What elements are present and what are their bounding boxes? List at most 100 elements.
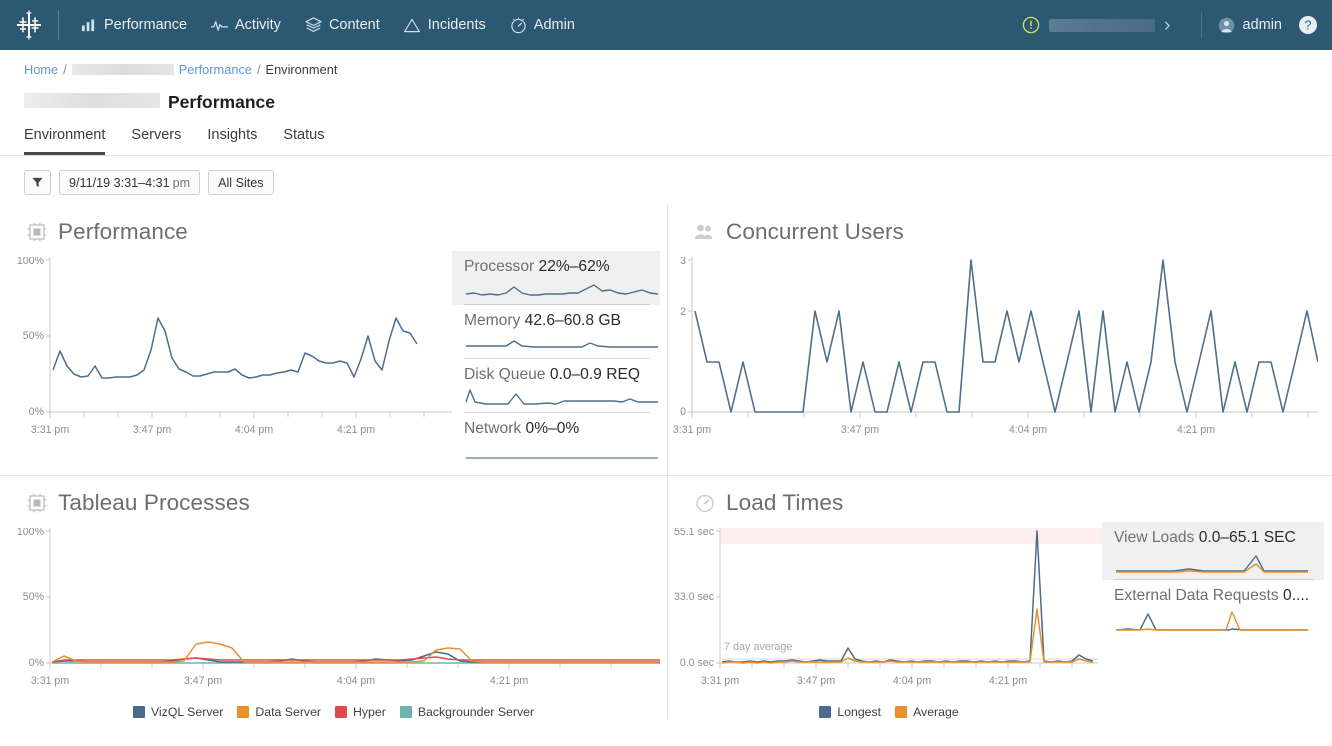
svg-text:3:47 pm: 3:47 pm [184, 675, 222, 687]
panel-title: Tableau Processes [58, 490, 250, 516]
svg-text:3:31 pm: 3:31 pm [31, 424, 69, 436]
legend-swatch [819, 706, 831, 718]
legend-item-hyper[interactable]: Hyper [335, 705, 386, 719]
legend-swatch [237, 706, 249, 718]
memory-sparkline [464, 334, 660, 354]
nav-label: Activity [235, 17, 281, 33]
legend-item-average[interactable]: Average [895, 705, 959, 719]
svg-text:33.0 sec: 33.0 sec [674, 591, 715, 603]
layers-icon [305, 17, 322, 34]
svg-text:3:47 pm: 3:47 pm [841, 424, 879, 436]
nav-item-performance[interactable]: Performance [69, 11, 198, 40]
panel-title: Performance [58, 219, 188, 245]
svg-text:3:31 pm: 3:31 pm [701, 675, 739, 687]
concurrent-users-chart[interactable]: 3 2 0 3:31 [668, 257, 1318, 447]
breadcrumb-home[interactable]: Home [24, 62, 58, 77]
nav-item-activity[interactable]: Activity [200, 11, 292, 40]
svg-text:55.1 sec: 55.1 sec [674, 528, 715, 538]
metric-name: External Data Requests [1114, 587, 1279, 604]
svg-text:3: 3 [680, 257, 686, 267]
metric-value: 0.0–0.9 REQ [550, 366, 640, 383]
metric-name: Network [464, 420, 521, 437]
breadcrumb-separator: / [63, 62, 67, 77]
nav-right-cluster: › admin ? [1022, 12, 1318, 38]
metric-disk-queue-label: Disk Queue 0.0–0.9 REQ [464, 366, 650, 384]
filter-bar: 9/11/19 3:31–4:31pm All Sites [0, 156, 1332, 205]
legend-label: VizQL Server [151, 705, 223, 719]
nav-label: Content [329, 17, 380, 33]
panel-performance-header: Performance [0, 219, 667, 245]
nav-item-admin[interactable]: Admin [499, 11, 586, 40]
legend-item-longest[interactable]: Longest [819, 705, 881, 719]
page-title-redacted-prefix [24, 93, 160, 108]
svg-text:100%: 100% [17, 528, 45, 538]
network-sparkline [464, 442, 660, 462]
filter-button[interactable] [24, 170, 51, 195]
metric-network[interactable]: Network 0%–0% [452, 413, 660, 462]
external-data-requests-sparkline [1114, 609, 1310, 633]
gauge-icon [510, 17, 527, 34]
tableau-logo[interactable] [0, 10, 58, 40]
panel-concurrent-users-header: Concurrent Users [668, 219, 1332, 245]
nav-item-content[interactable]: Content [294, 11, 391, 40]
date-range-filter[interactable]: 9/11/19 3:31–4:31pm [59, 170, 200, 195]
performance-metric-list: Processor 22%–62% Memory 42.6–60.8 GB Di… [452, 245, 660, 462]
metric-memory[interactable]: Memory 42.6–60.8 GB [452, 305, 660, 359]
svg-text:4:21 pm: 4:21 pm [989, 675, 1027, 687]
breadcrumb-current: Environment [266, 62, 338, 77]
user-menu[interactable]: admin [1218, 17, 1283, 34]
tab-servers[interactable]: Servers [131, 127, 181, 155]
nav-item-incidents[interactable]: Incidents [393, 11, 497, 40]
site-filter[interactable]: All Sites [208, 170, 274, 195]
svg-text:50%: 50% [23, 591, 45, 603]
chevron-right-icon[interactable]: › [1164, 16, 1170, 35]
metric-value: 22%–62% [539, 258, 610, 275]
page-title: Performance [168, 92, 275, 113]
legend-label: Longest [837, 705, 881, 719]
legend-label: Backgrounder Server [418, 705, 534, 719]
tab-status[interactable]: Status [283, 127, 324, 155]
tab-insights[interactable]: Insights [207, 127, 257, 155]
alert-circle-icon [1022, 16, 1040, 34]
nav-label: Incidents [428, 17, 486, 33]
svg-text:0%: 0% [29, 406, 45, 418]
metric-disk-queue[interactable]: Disk Queue 0.0–0.9 REQ [452, 359, 660, 413]
metric-memory-label: Memory 42.6–60.8 GB [464, 312, 650, 330]
legend-swatch [400, 706, 412, 718]
legend-item-vizql-server[interactable]: VizQL Server [133, 705, 223, 719]
bar-chart-icon [80, 17, 97, 34]
svg-text:4:04 pm: 4:04 pm [337, 675, 375, 687]
panel-performance-body: 100% 50% 0% [0, 245, 667, 462]
breadcrumb-performance[interactable]: Performance [179, 62, 252, 77]
nav-vertical-divider [1201, 12, 1202, 38]
alert-banner[interactable]: › [1022, 16, 1184, 35]
metric-external-data-requests[interactable]: External Data Requests 0.... [1102, 580, 1324, 633]
svg-text:0%: 0% [29, 657, 45, 669]
tableau-processes-legend: VizQL Server Data Server Hyper Backgroun… [0, 705, 667, 719]
panel-load-times-body: 55.1 sec 33.0 sec 0.0 sec [668, 516, 1332, 698]
load-times-chart[interactable]: 55.1 sec 33.0 sec 0.0 sec [668, 528, 1102, 698]
legend-label: Average [913, 705, 959, 719]
threshold-band [720, 528, 1102, 544]
tableau-processes-chart[interactable]: 100% 50% 0% [0, 528, 667, 698]
metric-processor[interactable]: Processor 22%–62% [452, 251, 660, 305]
metric-value: 0.0–65.1 SEC [1199, 529, 1296, 546]
metric-view-loads[interactable]: View Loads 0.0–65.1 SEC [1102, 522, 1324, 580]
performance-chart[interactable]: 100% 50% 0% [0, 257, 452, 447]
breadcrumb: Home / Performance / Environment [24, 50, 1308, 77]
view-loads-sparkline [1114, 551, 1310, 575]
page-subheader: Home / Performance / Environment Perform… [0, 50, 1332, 156]
svg-text:?: ? [1305, 19, 1312, 33]
svg-text:3:31 pm: 3:31 pm [31, 675, 69, 687]
metric-value: 0%–0% [526, 420, 580, 437]
legend-item-backgrounder-server[interactable]: Backgrounder Server [400, 705, 534, 719]
panel-load-times: Load Times 55.1 sec 33.0 sec 0.0 sec [668, 476, 1332, 719]
panel-concurrent-users-body: 3 2 0 3:31 [668, 245, 1332, 447]
stopwatch-icon [694, 492, 716, 514]
svg-text:50%: 50% [23, 330, 45, 342]
legend-item-data-server[interactable]: Data Server [237, 705, 321, 719]
tab-environment[interactable]: Environment [24, 127, 105, 155]
primary-nav: Performance Activity Content Incidents [69, 11, 586, 40]
svg-text:100%: 100% [17, 257, 45, 267]
help-button[interactable]: ? [1298, 15, 1318, 35]
